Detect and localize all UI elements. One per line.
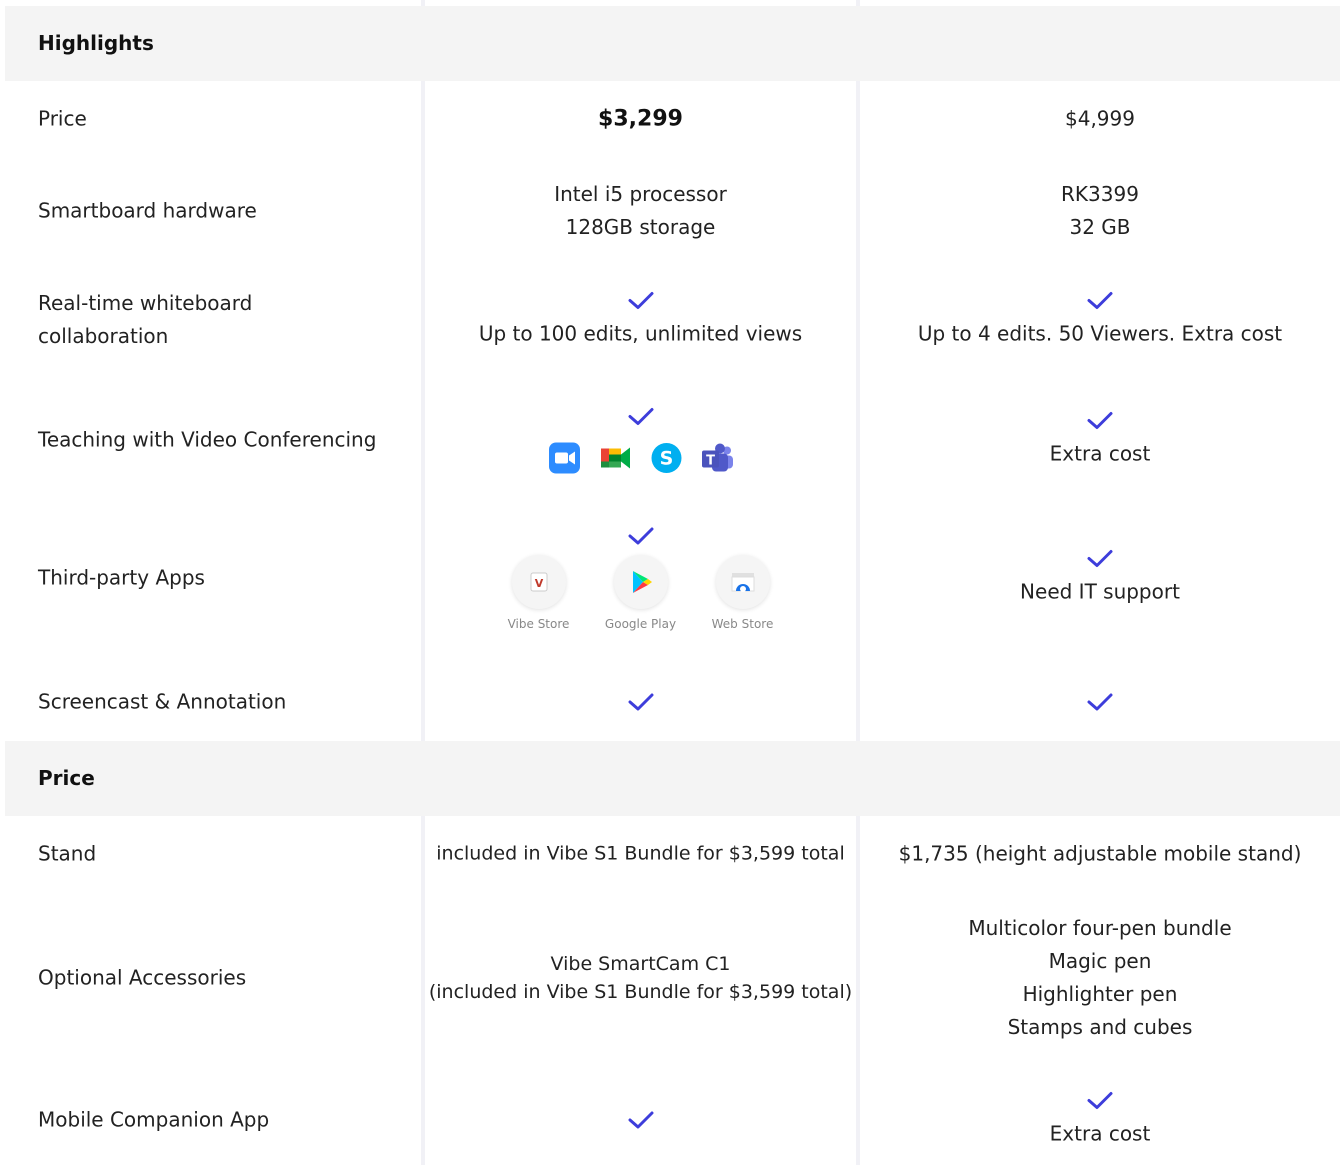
row-label: Screencast & Annotation bbox=[38, 689, 287, 714]
feature-cell: Extra cost bbox=[860, 1090, 1340, 1151]
zoom-icon bbox=[548, 441, 581, 474]
svg-text:V: V bbox=[534, 577, 543, 590]
feature-cell: V Vibe Store Google Play Web Store bbox=[425, 525, 856, 631]
row-label: Third-party Apps bbox=[38, 565, 205, 589]
feature-cell bbox=[425, 1109, 856, 1131]
accessory-line: (included in Vibe S1 Bundle for $3,599 t… bbox=[428, 981, 853, 1003]
check-icon bbox=[1087, 1092, 1113, 1109]
feature-text: included in Vibe S1 Bundle for $3,599 to… bbox=[436, 842, 845, 865]
label-line: collaboration bbox=[38, 324, 169, 348]
web-store-icon bbox=[715, 554, 770, 609]
check-icon bbox=[1087, 549, 1113, 567]
vibe-store-icon: V bbox=[511, 554, 566, 609]
app-label: Vibe Store bbox=[507, 616, 570, 631]
feature-text: Up to 4 edits. 50 Viewers. Extra cost bbox=[917, 321, 1283, 346]
check-icon bbox=[1087, 693, 1113, 711]
app-label: Google Play bbox=[604, 616, 677, 631]
app-google-play: Google Play bbox=[605, 554, 676, 631]
feature-text: Extra cost bbox=[1049, 1121, 1151, 1146]
check-icon bbox=[628, 292, 653, 309]
accessory-list: Vibe SmartCam C1 (included in Vibe S1 Bu… bbox=[425, 950, 856, 1006]
spec-line: RK3399 bbox=[1061, 182, 1139, 206]
check-icon bbox=[1087, 411, 1113, 429]
feature-text: Extra cost bbox=[1049, 441, 1151, 465]
price-value: $4,999 bbox=[1065, 106, 1135, 131]
row-label: Smartboard hardware bbox=[38, 198, 257, 223]
row-label: Teaching with Video Conferencing bbox=[38, 427, 377, 451]
hardware-spec: RK3399 32 GB bbox=[860, 178, 1340, 244]
spec-line: 128GB storage bbox=[565, 215, 716, 239]
table-row-video-conferencing: Teaching with Video Conferencing S T Ext… bbox=[5, 382, 1340, 497]
feature-text: Up to 100 edits, unlimited views bbox=[478, 321, 803, 346]
feature-cell: S T bbox=[425, 405, 856, 474]
video-app-icons: S T bbox=[425, 441, 856, 474]
feature-cell bbox=[425, 691, 856, 713]
skype-icon: S bbox=[650, 441, 683, 474]
label-line: Real-time whiteboard bbox=[38, 291, 253, 315]
hardware-spec: Intel i5 processor 128GB storage bbox=[425, 178, 856, 244]
feature-cell: Extra cost bbox=[860, 409, 1340, 470]
google-play-icon bbox=[613, 554, 668, 609]
row-label: Real-time whiteboard collaboration bbox=[38, 287, 252, 353]
price-value: $3,299 bbox=[598, 106, 683, 132]
accessory-line: Stamps and cubes bbox=[1007, 1015, 1193, 1039]
row-label: Optional Accessories bbox=[38, 965, 247, 990]
svg-text:S: S bbox=[659, 447, 673, 469]
table-row-accessories: Optional Accessories Vibe SmartCam C1 (i… bbox=[5, 892, 1340, 1064]
check-icon bbox=[628, 693, 653, 711]
spec-line: Intel i5 processor bbox=[554, 182, 727, 206]
section-header-highlights: Highlights bbox=[5, 6, 1340, 81]
row-label: Stand bbox=[38, 841, 97, 866]
app-vibe-store: V Vibe Store bbox=[508, 554, 569, 631]
accessory-line: Vibe SmartCam C1 bbox=[550, 953, 731, 975]
accessory-line: Highlighter pen bbox=[1022, 982, 1178, 1006]
feature-cell: Up to 100 edits, unlimited views bbox=[425, 290, 856, 351]
check-icon bbox=[1087, 292, 1113, 309]
table-row-whiteboard: Real-time whiteboard collaboration Up to… bbox=[5, 265, 1340, 375]
section-title: Price bbox=[38, 766, 95, 790]
feature-cell bbox=[860, 691, 1340, 713]
table-row-hardware: Smartboard hardware Intel i5 processor 1… bbox=[5, 157, 1340, 265]
feature-text: $1,735 (height adjustable mobile stand) bbox=[898, 841, 1302, 866]
spec-line: 32 GB bbox=[1069, 215, 1131, 239]
feature-text: Need IT support bbox=[1020, 579, 1180, 603]
google-meet-icon bbox=[599, 441, 632, 474]
app-web-store: Web Store bbox=[712, 554, 773, 631]
feature-cell: Need IT support bbox=[860, 547, 1340, 608]
check-icon bbox=[628, 407, 653, 425]
row-label: Price bbox=[38, 106, 87, 131]
check-icon bbox=[628, 527, 653, 544]
teams-icon: T bbox=[701, 441, 734, 474]
section-header-price: Price bbox=[5, 741, 1340, 816]
feature-cell: Up to 4 edits. 50 Viewers. Extra cost bbox=[860, 290, 1340, 351]
accessory-list: Multicolor four-pen bundle Magic pen Hig… bbox=[860, 912, 1340, 1044]
check-icon bbox=[628, 1111, 653, 1129]
table-row-screencast: Screencast & Annotation bbox=[5, 670, 1340, 734]
comparison-table: Highlights Price $3,299 $4,999 Smartboar… bbox=[5, 0, 1340, 1165]
table-row-third-party-apps: Third-party Apps V Vibe Store Google Pla… bbox=[5, 510, 1340, 645]
svg-text:T: T bbox=[706, 453, 715, 468]
table-row-stand: Stand included in Vibe S1 Bundle for $3,… bbox=[5, 816, 1340, 892]
table-row-price: Price $3,299 $4,999 bbox=[5, 81, 1340, 157]
table-row-mobile-app: Mobile Companion App Extra cost bbox=[5, 1078, 1340, 1162]
accessory-line: Magic pen bbox=[1048, 949, 1152, 973]
app-store-icons: V Vibe Store Google Play Web Store bbox=[425, 554, 856, 631]
row-label: Mobile Companion App bbox=[38, 1107, 270, 1132]
accessory-line: Multicolor four-pen bundle bbox=[968, 916, 1232, 940]
section-title: Highlights bbox=[38, 31, 154, 55]
app-label: Web Store bbox=[711, 616, 774, 631]
